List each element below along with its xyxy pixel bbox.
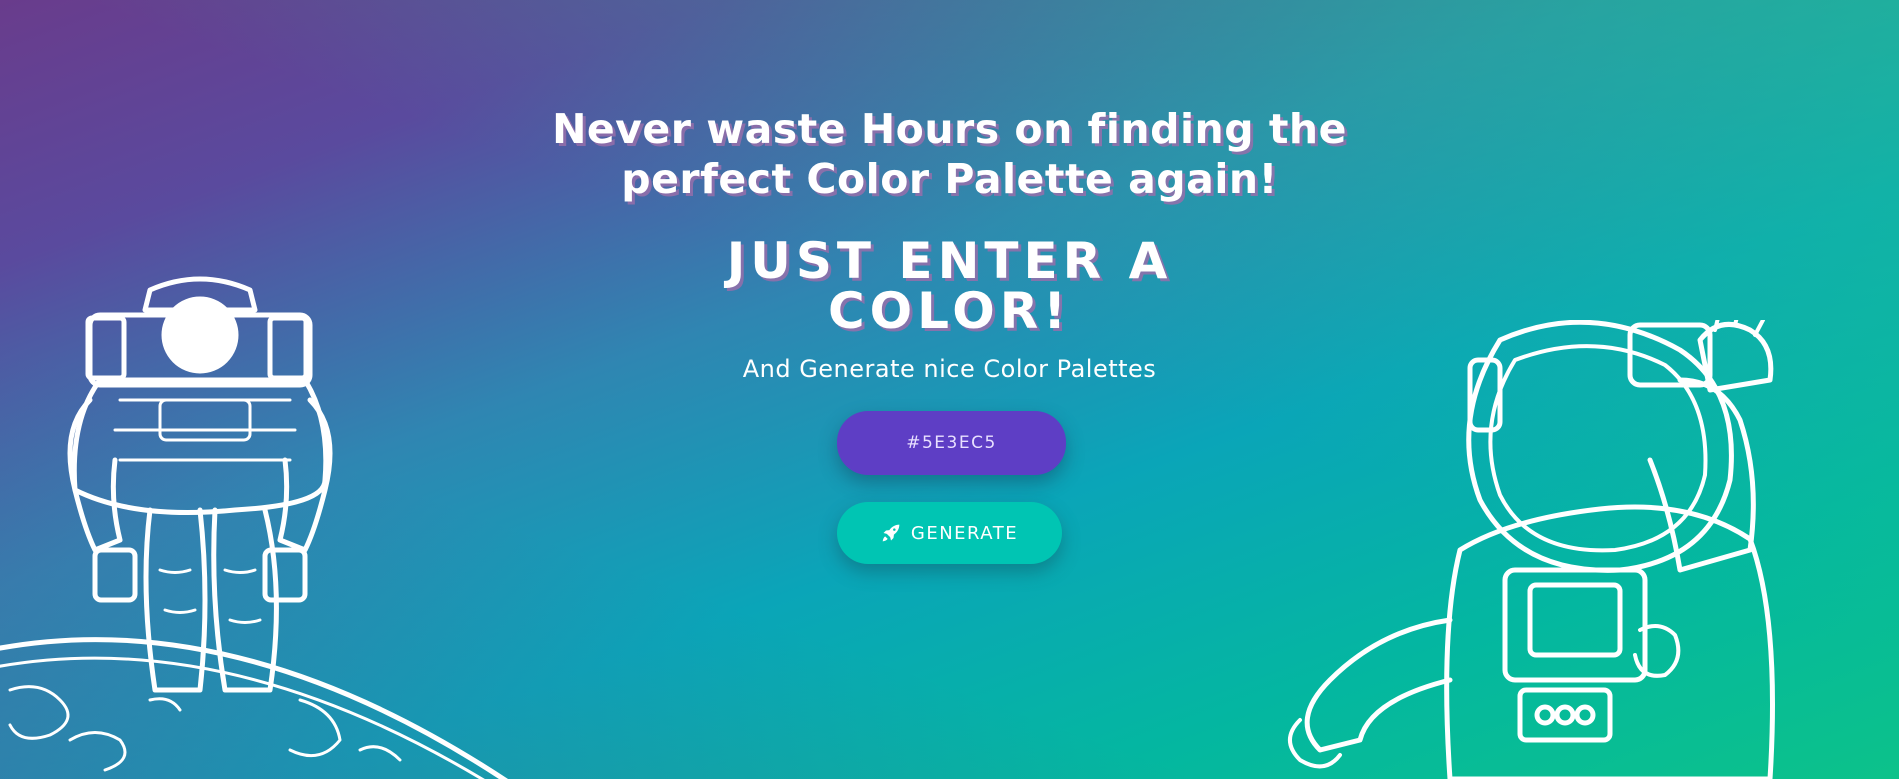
rocket-icon — [882, 524, 900, 542]
color-hex-input[interactable] — [837, 411, 1066, 475]
generate-button-label: GENERATE — [910, 522, 1019, 544]
headline-line-2: perfect Color Palette again! — [621, 155, 1278, 203]
headline: Never waste Hours on finding the perfect… — [0, 104, 1899, 204]
subheadline-line-2: COLOR! — [827, 282, 1072, 340]
generate-button[interactable]: GENERATE — [837, 502, 1062, 564]
tagline: And Generate nice Color Palettes — [742, 355, 1157, 383]
subheadline: JUST ENTER A COLOR! — [0, 236, 1899, 336]
headline-line-1: Never waste Hours on finding the — [552, 105, 1347, 153]
hero-section: Never waste Hours on finding the perfect… — [0, 0, 1899, 779]
